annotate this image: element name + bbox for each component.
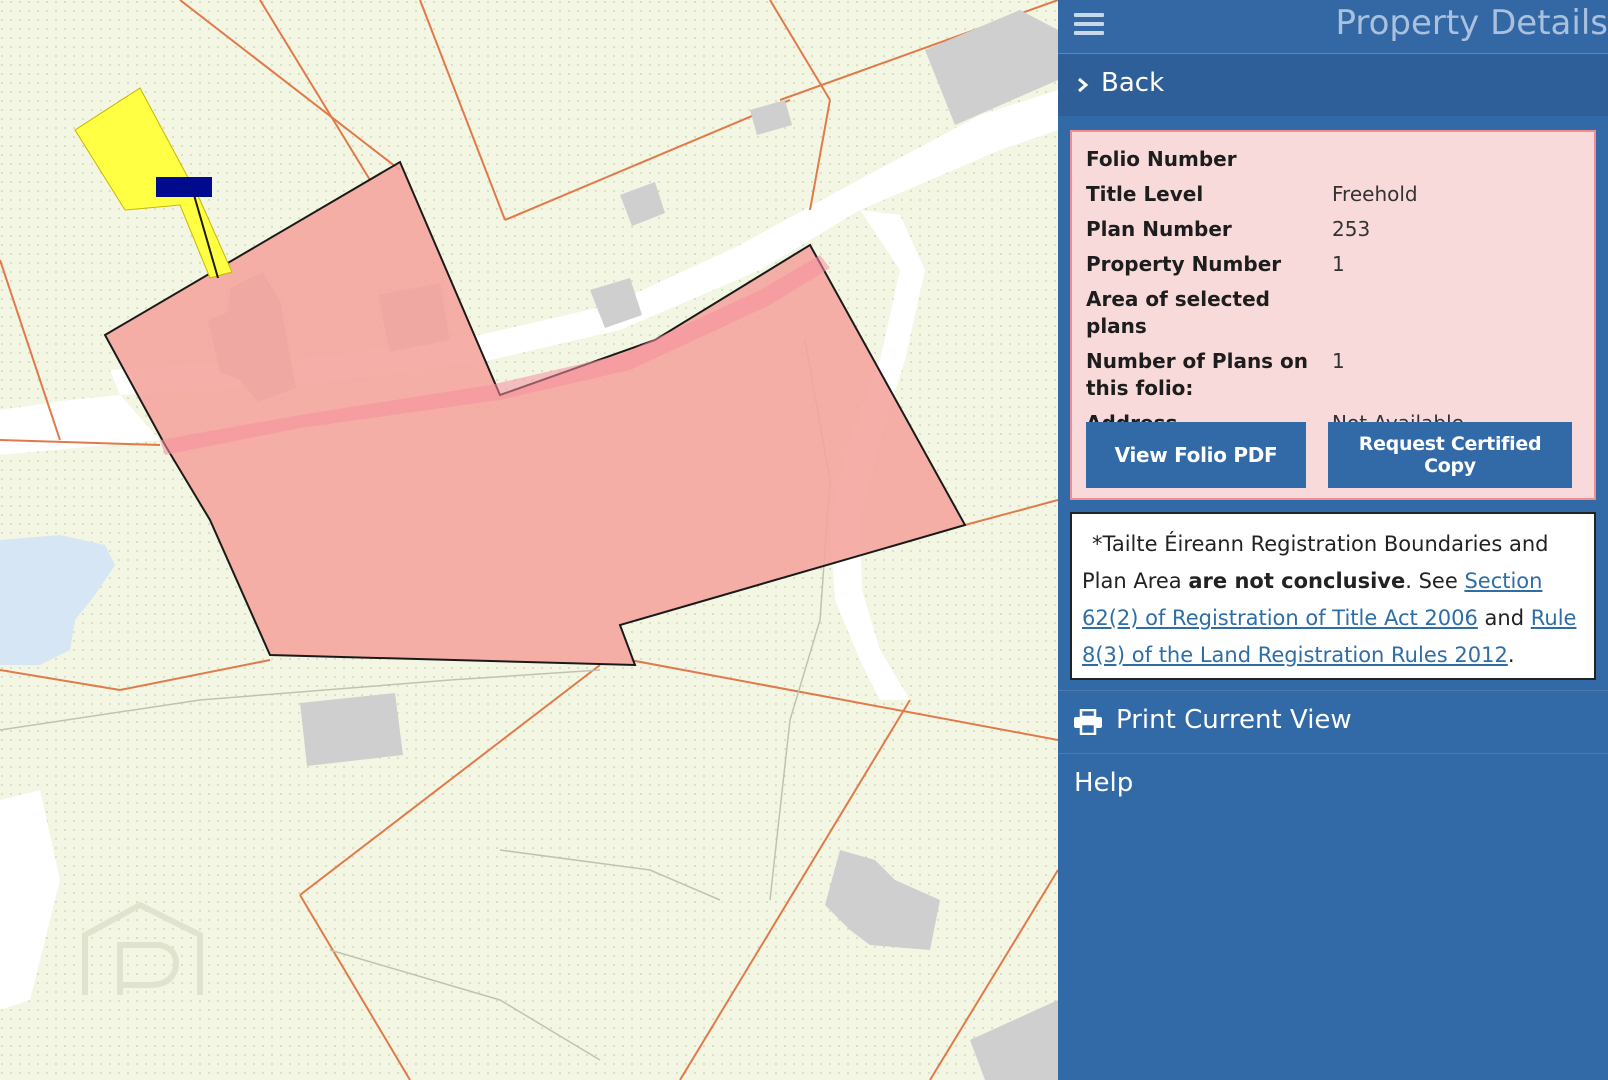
- detail-label-line2: this folio:: [1086, 376, 1194, 400]
- panel-title: Property Details: [1335, 3, 1608, 43]
- detail-row-title-level: Title Level Freehold: [1086, 181, 1580, 208]
- location-marker[interactable]: [156, 177, 212, 197]
- back-button[interactable]: Back: [1058, 54, 1608, 116]
- print-label: Print Current View: [1116, 705, 1352, 735]
- panel-header: Property Details: [1058, 0, 1608, 54]
- printer-icon: [1074, 709, 1102, 735]
- detail-label: Area of selected plans: [1086, 287, 1270, 338]
- detail-label: Title Level: [1086, 182, 1204, 206]
- detail-value: 253: [1332, 217, 1371, 241]
- help-menu-item[interactable]: Help: [1058, 755, 1608, 815]
- disclaimer-and: and: [1477, 606, 1531, 630]
- detail-row-folio-number: Folio Number: [1086, 146, 1580, 173]
- detail-label-line1: Number of Plans on: [1086, 349, 1309, 373]
- detail-row-area-selected-plans: Area of selected plans: [1086, 286, 1580, 340]
- disclaimer-bold: are not conclusive: [1188, 569, 1406, 593]
- detail-value: Freehold: [1332, 182, 1418, 206]
- detail-label: Plan Number: [1086, 217, 1232, 241]
- disclaimer-see: . See: [1405, 569, 1465, 593]
- detail-value: [1332, 146, 1580, 173]
- detail-label: Number of Plans on this folio:: [1086, 348, 1332, 402]
- detail-value: 1: [1332, 349, 1345, 373]
- detail-row-property-number: Property Number 1: [1086, 251, 1580, 278]
- print-current-view-button[interactable]: Print Current View: [1058, 690, 1608, 754]
- disclaimer-notice: *Tailte Éireann Registration Boundaries …: [1070, 512, 1596, 680]
- back-label: Back: [1101, 68, 1165, 98]
- map-canvas[interactable]: [0, 0, 1058, 1080]
- map-view[interactable]: [0, 0, 1058, 1080]
- property-details-card: Folio Number Title Level Freehold Plan N…: [1070, 130, 1596, 500]
- property-details-panel: Property Details Back Folio Number Title…: [1058, 0, 1608, 1080]
- help-label: Help: [1074, 768, 1134, 798]
- view-folio-pdf-button[interactable]: View Folio PDF: [1086, 422, 1306, 488]
- detail-value: [1332, 286, 1580, 340]
- detail-value: 1: [1332, 252, 1345, 276]
- detail-label: Property Number: [1086, 252, 1282, 276]
- hamburger-menu-icon[interactable]: [1074, 8, 1104, 38]
- request-certified-copy-button[interactable]: Request Certified Copy: [1328, 422, 1572, 488]
- disclaimer-end: .: [1507, 643, 1515, 667]
- detail-row-number-of-plans: Number of Plans on this folio: 1: [1086, 348, 1580, 402]
- chevron-right-icon: [1078, 77, 1089, 93]
- detail-row-plan-number: Plan Number 253: [1086, 216, 1580, 243]
- detail-label: Folio Number: [1086, 147, 1237, 171]
